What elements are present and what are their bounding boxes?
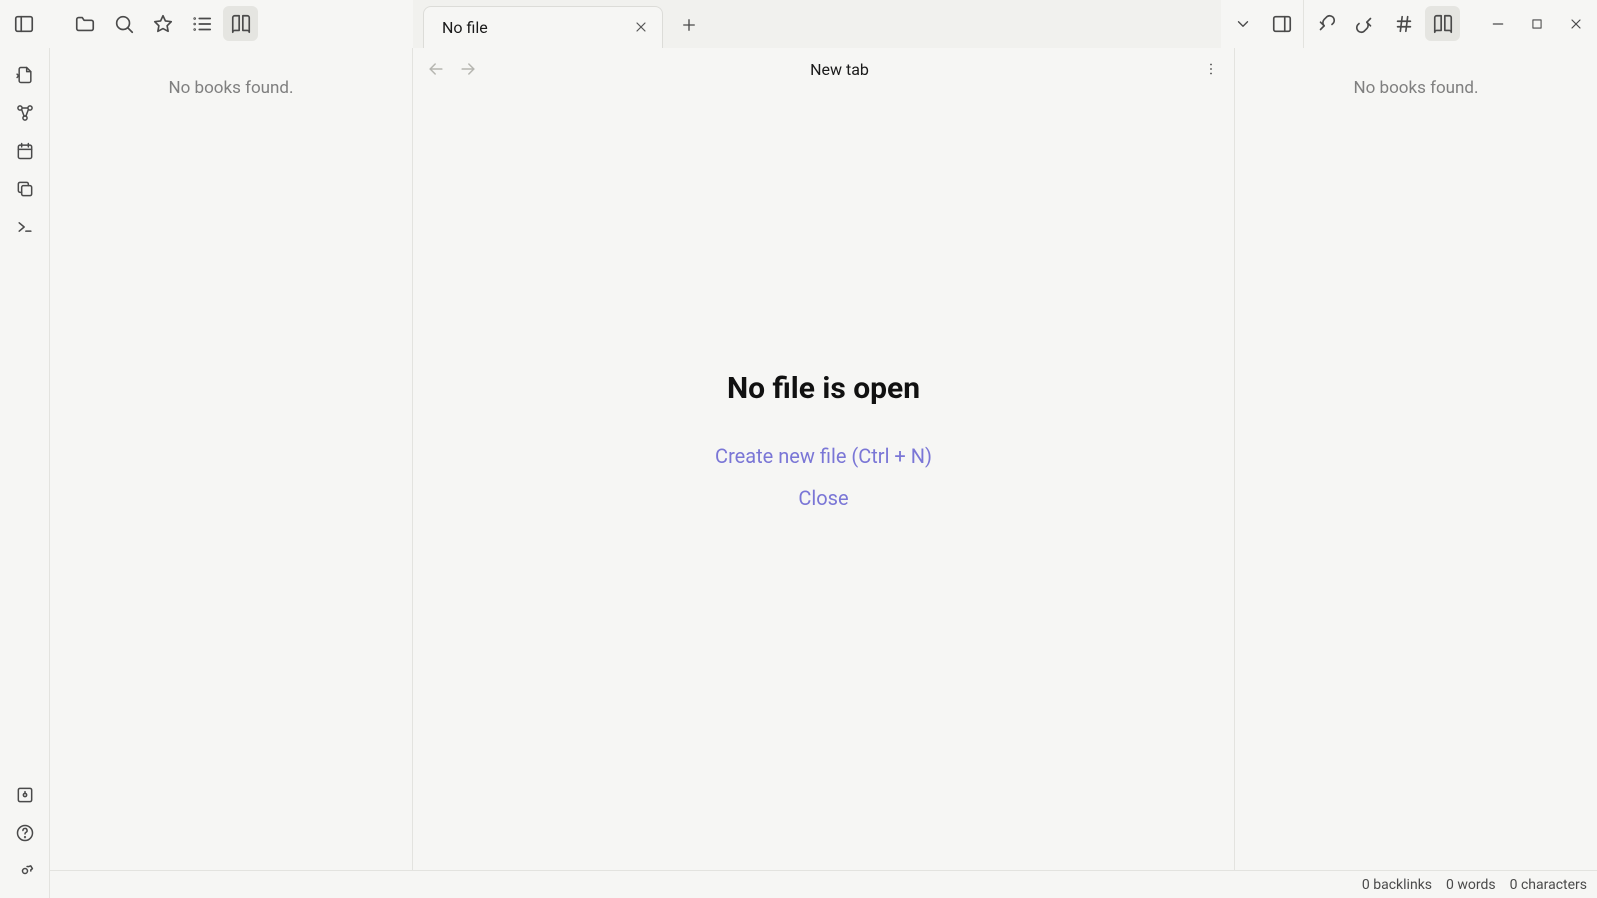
link-out-icon — [1354, 13, 1376, 35]
left-rail — [0, 48, 50, 898]
book-open-icon — [1432, 13, 1454, 35]
incoming-links-button[interactable] — [1308, 6, 1343, 41]
status-characters[interactable]: 0 characters — [1510, 877, 1587, 893]
tab-dropdown-button[interactable] — [1225, 6, 1260, 41]
search-icon — [113, 13, 135, 35]
tab-strip: No file — [413, 0, 1221, 48]
tags-button[interactable] — [1386, 6, 1421, 41]
star-icon — [152, 13, 174, 35]
books-left-button[interactable] — [223, 6, 258, 41]
outline-button[interactable] — [184, 6, 219, 41]
help-icon — [15, 823, 35, 843]
close-icon — [633, 19, 649, 35]
templates-button[interactable] — [10, 174, 40, 204]
window-close-button[interactable] — [1558, 6, 1593, 41]
main-row: No books found. New tab — [50, 48, 1597, 870]
hash-icon — [1393, 13, 1415, 35]
command-palette-button[interactable] — [10, 212, 40, 242]
separator — [1303, 0, 1304, 48]
tab-close-button[interactable] — [630, 16, 652, 38]
window-minimize-button[interactable] — [1480, 6, 1515, 41]
empty-tab-heading: No file is open — [727, 371, 920, 406]
titlebar: No file — [0, 0, 1597, 48]
right-panel-empty-msg: No books found. — [1255, 78, 1577, 98]
gear-icon — [15, 861, 35, 881]
vault-icon — [15, 785, 35, 805]
bookmarks-button[interactable] — [145, 6, 180, 41]
maximize-icon — [1530, 17, 1544, 31]
copy-icon — [15, 179, 35, 199]
close-icon — [1568, 16, 1584, 32]
close-tab-link[interactable]: Close — [798, 486, 848, 510]
panel-left-icon — [13, 13, 35, 35]
quick-switcher-button[interactable] — [10, 60, 40, 90]
minimize-icon — [1490, 16, 1506, 32]
plus-icon — [680, 16, 698, 34]
left-panel-empty-msg: No books found. — [70, 78, 392, 98]
window-maximize-button[interactable] — [1519, 6, 1554, 41]
center-pane: New tab No file is open Create new file … — [413, 48, 1234, 870]
panel-right-icon — [1271, 13, 1293, 35]
status-backlinks[interactable]: 0 backlinks — [1362, 877, 1432, 893]
left-panel: No books found. — [50, 48, 413, 870]
tab-nofile[interactable]: No file — [423, 6, 663, 48]
status-bar: 0 backlinks 0 words 0 characters — [50, 870, 1597, 898]
status-words[interactable]: 0 words — [1446, 877, 1496, 893]
calendar-icon — [15, 141, 35, 161]
graph-button[interactable] — [10, 98, 40, 128]
outgoing-links-button[interactable] — [1347, 6, 1382, 41]
book-open-icon — [230, 13, 252, 35]
create-new-file-link[interactable]: Create new file (Ctrl + N) — [715, 444, 932, 468]
search-button[interactable] — [106, 6, 141, 41]
vault-button[interactable] — [10, 780, 40, 810]
settings-button[interactable] — [10, 856, 40, 886]
collapse-right-sidebar-button[interactable] — [1264, 6, 1299, 41]
calendar-button[interactable] — [10, 136, 40, 166]
chevron-down-icon — [1234, 15, 1252, 33]
help-button[interactable] — [10, 818, 40, 848]
link-in-icon — [1315, 13, 1337, 35]
folder-icon — [74, 13, 96, 35]
books-right-button[interactable] — [1425, 6, 1460, 41]
collapse-left-sidebar-button[interactable] — [6, 6, 41, 41]
files-button[interactable] — [67, 6, 102, 41]
titlebar-right-tools — [1221, 0, 1597, 48]
new-tab-button[interactable] — [671, 7, 707, 43]
list-icon — [191, 13, 213, 35]
graph-icon — [15, 103, 35, 123]
center-body: No file is open Create new file (Ctrl + … — [413, 50, 1234, 830]
right-panel: No books found. — [1234, 48, 1597, 870]
file-plus-icon — [15, 65, 35, 85]
titlebar-left-tools — [0, 0, 413, 48]
tab-title: No file — [442, 18, 620, 37]
terminal-icon — [15, 217, 35, 237]
